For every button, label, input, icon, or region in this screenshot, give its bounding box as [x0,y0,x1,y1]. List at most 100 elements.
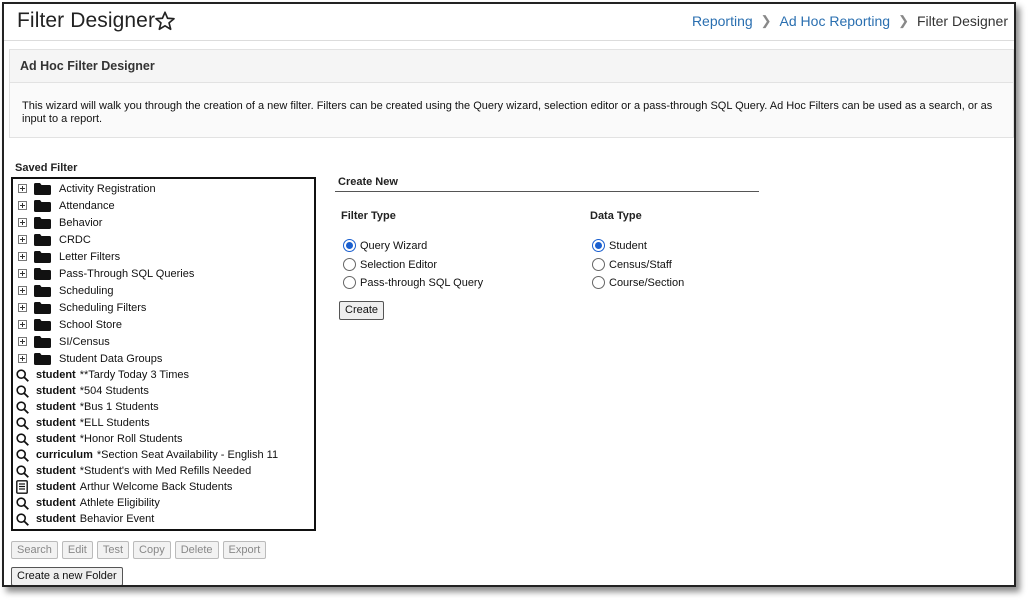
radio-census-staff[interactable]: Census/Staff [592,258,672,271]
expand-plus-icon[interactable] [18,320,27,329]
folder-icon [34,250,51,263]
tree-folder[interactable]: Behavior [13,214,314,231]
breadcrumb-current: Filter Designer [916,13,1008,29]
tree-filter-item[interactable]: curriculum *Section Seat Availability - … [13,447,314,463]
expand-plus-icon[interactable] [18,201,27,210]
filter-name: *504 Students [79,385,149,397]
magnifier-icon [16,400,29,414]
tree-filter-item[interactable]: student *ELL Students [13,415,314,431]
filter-name: *Section Seat Availability - English 11 [96,449,279,461]
filter-type: curriculum [36,449,93,461]
radio-button[interactable] [343,258,356,271]
tree-filter-item[interactable]: student Athlete Eligibility [13,495,314,511]
magnifier-icon [16,432,29,446]
breadcrumb: Reporting ❯ Ad Hoc Reporting ❯ Filter De… [692,13,1008,29]
tree-folder[interactable]: Scheduling Filters [13,299,314,316]
tree-folder[interactable]: Letter Filters [13,248,314,265]
radio-button[interactable] [343,276,356,289]
tree-folder[interactable]: Activity Registration [13,180,314,197]
tree-filter-item[interactable]: student **Tardy Today 3 Times [13,367,314,383]
magnifier-icon [16,384,29,398]
export-button[interactable]: Export [222,541,267,559]
radio-label: Selection Editor [360,258,438,271]
magnifier-icon [16,448,29,462]
tree-filter-item[interactable]: student Arthur Welcome Back Students [13,479,314,495]
delete-button[interactable]: Delete [174,541,219,559]
tree-folder[interactable]: Attendance [13,197,314,214]
radio-button[interactable] [592,276,605,289]
tree-filter-item[interactable]: student Behavior Event [13,511,314,527]
radio-label: Student [609,239,647,252]
tree-filter-item[interactable]: student *Honor Roll Students [13,431,314,447]
breadcrumb-ad-hoc-reporting[interactable]: Ad Hoc Reporting [780,13,891,29]
tree-folder-label: Attendance [59,199,115,212]
filter-action-buttons: Search Edit Test Copy Delete Export [11,541,267,559]
magnifier-icon [16,416,29,430]
radio-label: Pass-through SQL Query [360,276,484,289]
tree-folder[interactable]: Pass-Through SQL Queries [13,265,314,282]
folder-icon [34,233,51,246]
tree-folder[interactable]: Student Data Groups [13,350,314,367]
search-button[interactable]: Search [11,541,58,559]
expand-plus-icon[interactable] [18,252,27,261]
tree-folder-label: Scheduling [59,284,114,297]
tree-folder-label: Scheduling Filters [59,301,147,314]
filter-type: student [36,481,76,493]
radio-selection-editor[interactable]: Selection Editor [343,258,437,271]
radio-button[interactable] [592,258,605,271]
radio-button-checked[interactable] [343,239,356,252]
tree-filter-item[interactable]: student *Bus 1 Students [13,399,314,415]
filter-name: *Student's with Med Refills Needed [79,465,252,477]
filter-type: student [36,465,76,477]
filter-type: student [36,385,76,397]
filter-type: student [36,417,76,429]
create-new-title: Create New [335,176,759,192]
create-folder-button[interactable]: Create a new Folder [11,567,123,585]
edit-button[interactable]: Edit [61,541,93,559]
expand-plus-icon[interactable] [18,286,27,295]
tree-folder-label: Letter Filters [59,250,121,263]
radio-course-section[interactable]: Course/Section [592,276,684,289]
filter-name: Arthur Welcome Back Students [79,481,233,493]
test-button[interactable]: Test [96,541,130,559]
filter-type: student [36,401,76,413]
expand-plus-icon[interactable] [18,303,27,312]
filter-name: *ELL Students [79,417,150,429]
expand-plus-icon[interactable] [18,235,27,244]
tree-filter-item[interactable]: student *Student's with Med Refills Need… [13,463,314,479]
tree-folder[interactable]: CRDC [13,231,314,248]
tree-folder[interactable]: SI/Census [13,333,314,350]
tree-folder[interactable]: School Store [13,316,314,333]
tree-folder[interactable]: Scheduling [13,282,314,299]
magnifier-icon [16,496,29,510]
folder-icon [34,335,51,348]
expand-plus-icon[interactable] [18,354,27,363]
favorite-star-icon[interactable] [154,10,176,32]
tree-folder-label: SI/Census [59,335,110,348]
page-title: Filter Designer [17,9,156,32]
create-button[interactable]: Create [339,301,385,320]
tree-filter-item[interactable]: student *504 Students [13,383,314,399]
radio-query-wizard[interactable]: Query Wizard [343,239,427,252]
radio-pass-through-sql[interactable]: Pass-through SQL Query [343,276,483,289]
expand-plus-icon[interactable] [18,269,27,278]
saved-filter-tree[interactable]: Activity Registration Attendance Behavio… [11,177,316,531]
data-type-label: Data Type [590,210,642,222]
radio-label: Census/Staff [609,258,672,271]
expand-plus-icon[interactable] [18,337,27,346]
filter-name: Athlete Eligibility [79,497,160,509]
breadcrumb-reporting[interactable]: Reporting [692,13,753,29]
copy-button[interactable]: Copy [133,541,171,559]
filter-type: student [36,497,76,509]
folder-icon [34,284,51,297]
expand-plus-icon[interactable] [18,184,27,193]
radio-button-checked[interactable] [592,239,605,252]
filter-type: student [36,369,76,381]
radio-student[interactable]: Student [592,239,647,252]
folder-icon [34,182,51,195]
magnifier-icon [16,512,29,526]
expand-plus-icon[interactable] [18,218,27,227]
intro-panel: Ad Hoc Filter Designer This wizard will … [9,49,1014,138]
chevron-right-icon: ❯ [898,13,909,28]
intro-title: Ad Hoc Filter Designer [10,50,1013,83]
